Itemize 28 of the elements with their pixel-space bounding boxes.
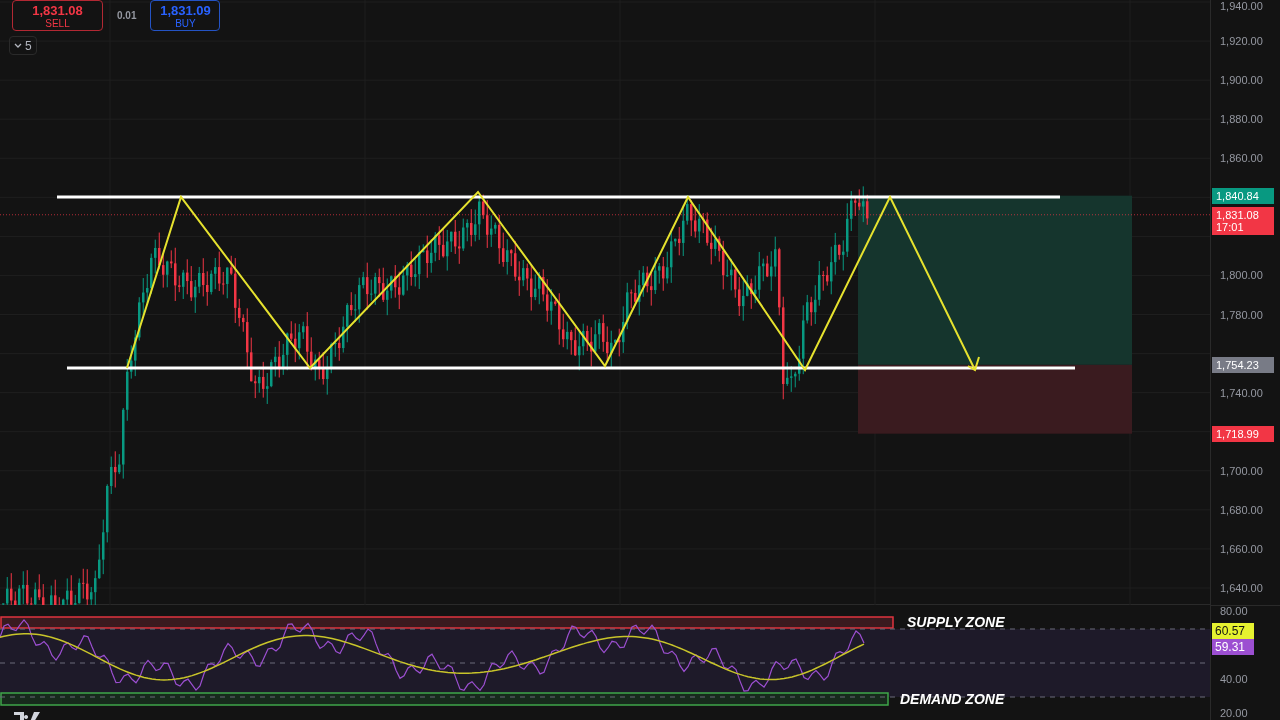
zone-label: DEMAND ZONE: [900, 692, 1005, 706]
axis-label: 1,740.00: [1220, 387, 1263, 399]
axis-label: 80.00: [1220, 606, 1248, 617]
sell-button[interactable]: 1,831.08 SELL: [12, 0, 103, 31]
axis-label: 20.00: [1220, 708, 1248, 719]
buy-button[interactable]: 1,831.09 BUY: [150, 0, 221, 31]
axis-label: 1,660.00: [1220, 543, 1263, 555]
indicator-tag: 59.31: [1212, 639, 1254, 655]
price-tag: 1,718.99: [1212, 425, 1274, 442]
axis-label: 1,800.00: [1220, 270, 1263, 282]
axis-label: 1,780.00: [1220, 309, 1263, 321]
axis-label: 1,940.00: [1220, 1, 1263, 12]
axis-label: 1,700.00: [1220, 465, 1263, 477]
axis-label: 1,860.00: [1220, 153, 1263, 165]
axis-label: 1,880.00: [1220, 114, 1263, 126]
collapse-button[interactable]: 5: [9, 36, 37, 55]
spread-value: 0.01: [117, 9, 137, 23]
zone-label: SUPPLY ZONE: [907, 615, 1005, 629]
price-tag: 1,831.08 17:01: [1212, 206, 1274, 235]
axis-label: 1,640.00: [1220, 583, 1263, 594]
axis-label: 1,920.00: [1220, 36, 1263, 48]
chevron-down-icon: [14, 43, 22, 48]
price-tag: 1,840.84: [1212, 187, 1274, 204]
axis-label: 40.00: [1220, 674, 1248, 685]
price-tag: 1,754.23: [1212, 356, 1274, 373]
axis-label: 1,680.00: [1220, 504, 1263, 516]
axis-label: 1,900.00: [1220, 75, 1263, 87]
indicator-tag: 60.57: [1212, 623, 1254, 639]
